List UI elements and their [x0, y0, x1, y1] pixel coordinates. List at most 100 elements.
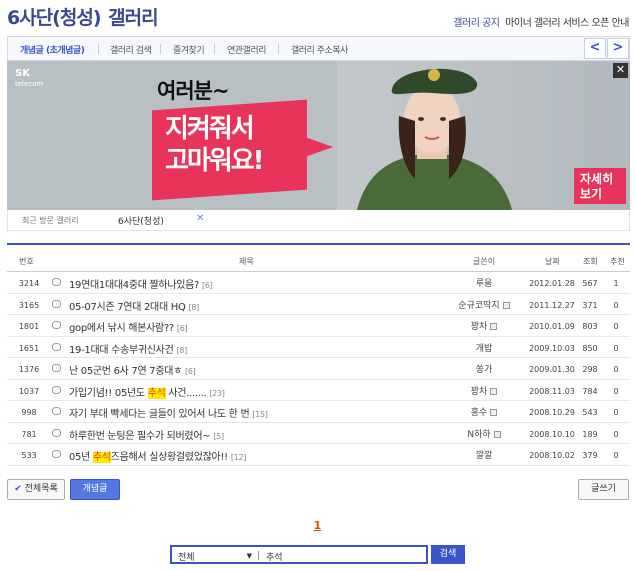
table-row[interactable]: 1376 난 05군번 6사 7연 7중대ㅎ [6] 쏭가 2009.01.30 298 0: [7, 358, 630, 380]
tab-gallery-search[interactable]: 갤러리 검색: [110, 43, 152, 56]
post-views: 371: [582, 300, 598, 310]
table-row[interactable]: 533 05년 추석즈음해서 실상황걸렸었잖아!! [12] 깔깔 2008.10.02…: [7, 444, 630, 466]
remove-recent-icon[interactable]: ✕: [196, 213, 204, 224]
comment-count[interactable]: [6]: [177, 324, 188, 333]
tab-favorites[interactable]: 즐겨찾기: [173, 43, 205, 56]
post-subject[interactable]: 난 05군번 6사 7연 7중대ㅎ [6]: [69, 362, 196, 377]
post-author[interactable]: 순규코딱지: [439, 298, 529, 311]
post-subject[interactable]: 19-1대대 수송부귀신사건 [8]: [69, 341, 187, 356]
gallery-notice[interactable]: 갤러리 공지 마이너 갤러리 서비스 오픈 안내: [453, 14, 629, 29]
post-date: 2008.10.10: [529, 429, 575, 439]
member-icon: [493, 430, 501, 438]
subject-text: 05-07시즌 7연대 2대대 HQ: [69, 301, 186, 313]
all-list-button[interactable]: ✔ 전체목록: [7, 479, 65, 500]
subject-text: gop에서 낚시 해본사람??: [69, 323, 174, 334]
post-views: 567: [582, 279, 598, 288]
post-views: 189: [582, 429, 598, 439]
col-author: 글쓴이: [473, 257, 496, 266]
post-subject[interactable]: 05년 추석즈음해서 실상황걸렸었잖아!! [12]: [69, 448, 246, 463]
subject-text: 19연대1대대4중대 짤하나있음?: [69, 280, 200, 291]
comment-count[interactable]: [15]: [252, 410, 268, 419]
author-name: 꽝차: [470, 322, 488, 332]
comment-count[interactable]: [5]: [213, 432, 224, 441]
post-views: 784: [582, 386, 598, 396]
member-icon: [490, 409, 498, 416]
table-row[interactable]: 1037 가입기념!! 05년도 추석 사건....... [23] 꽝차 2008.1…: [7, 380, 630, 401]
notice-text[interactable]: 마이너 갤러리 서비스 오픈 안내: [505, 18, 629, 29]
col-number: 번호: [19, 257, 34, 266]
search-scope-select[interactable]: 전체 ▼: [170, 545, 258, 564]
subject-text: 가입기념!! 05년도: [69, 387, 148, 399]
comment-count[interactable]: [8]: [189, 303, 200, 312]
author-name: 쏭가: [475, 365, 493, 375]
post-author[interactable]: 꽝차: [439, 384, 529, 397]
search-input[interactable]: 추석: [258, 545, 428, 564]
post-number: 3214: [18, 279, 40, 288]
comment-count[interactable]: [6]: [202, 281, 213, 290]
search-highlight: 추석: [147, 387, 166, 399]
table-row[interactable]: 1651 19-1대대 수송부귀신사건 [8] 개밥 2009.10.03 850 0: [7, 337, 630, 358]
comment-bubble-icon: [52, 299, 61, 308]
post-subject[interactable]: 05-07시즌 7연대 2대대 HQ [8]: [69, 298, 199, 313]
post-recommend: 0: [613, 300, 619, 310]
list-body: 3214 19연대1대대4중대 짤하나있음? [6] 루을 2012.01.28 567 1…: [7, 272, 630, 466]
post-author[interactable]: 꽝차: [439, 319, 529, 332]
comment-count[interactable]: [23]: [209, 389, 225, 398]
gallery-page: 6사단(청성) 갤러리 갤러리 공지 마이너 갤러리 서비스 오픈 안내 개념글…: [0, 0, 635, 571]
table-row[interactable]: 998 자기 부대 빡세다는 글들이 있어서 나도 한 번 [15] 홍수 2008.1…: [7, 401, 630, 423]
post-subject[interactable]: 가입기념!! 05년도 추석 사건....... [23]: [69, 384, 225, 399]
table-row[interactable]: 3214 19연대1대대4중대 짤하나있음? [6] 루을 2012.01.28 567 1: [7, 272, 630, 294]
ad-more-button[interactable]: 자세히 보기: [574, 168, 626, 204]
tab-divider: [98, 44, 99, 54]
ad-bubble-line: 고마워요!: [165, 146, 265, 176]
post-subject[interactable]: gop에서 낚시 해본사람?? [6]: [69, 319, 188, 334]
comment-count[interactable]: [8]: [176, 346, 187, 355]
write-button[interactable]: 글쓰기: [578, 479, 629, 500]
next-arrow-button[interactable]: >: [607, 38, 629, 59]
post-recommend: 1: [613, 279, 619, 288]
post-subject[interactable]: 자기 부대 빡세다는 글들이 있어서 나도 한 번 [15]: [69, 405, 268, 420]
search-button[interactable]: 검색: [431, 545, 465, 564]
page-title[interactable]: 6사단(청성) 갤러리: [7, 3, 159, 30]
tab-related-galleries[interactable]: 연관갤러리: [227, 43, 266, 56]
post-author[interactable]: N하하: [439, 427, 529, 440]
post-views: 298: [582, 365, 598, 374]
subject-text: 난 05군번 6사 7연 7중대ㅎ: [69, 366, 183, 377]
post-date: 2011.12.27: [529, 300, 575, 310]
table-row[interactable]: 1801 gop에서 낚시 해본사람?? [6] 꽝차 2010.01.09 803 0: [7, 315, 630, 337]
col-views: 조회: [583, 257, 598, 266]
post-subject[interactable]: 19연대1대대4중대 짤하나있음? [6]: [69, 276, 213, 291]
post-author[interactable]: 홍수: [439, 405, 529, 418]
post-author[interactable]: 깔깔: [439, 448, 529, 461]
post-author[interactable]: 루을: [439, 276, 529, 289]
comment-count[interactable]: [6]: [185, 367, 196, 376]
post-subject[interactable]: 하루한번 눈팅은 필수가 되버렸어~ [5]: [69, 427, 224, 442]
post-number: 998: [21, 408, 37, 417]
page-link-current[interactable]: 1: [314, 519, 322, 532]
post-number: 1651: [18, 343, 40, 353]
ad-close-button[interactable]: ✕: [613, 63, 628, 78]
post-author[interactable]: 쏭가: [439, 362, 529, 375]
prev-arrow-button[interactable]: <: [584, 38, 606, 59]
post-number: 781: [21, 429, 37, 439]
concept-posts-button[interactable]: 개념글: [70, 479, 120, 500]
tab-copy-address[interactable]: 갤러리 주소복사: [291, 43, 348, 56]
tab-divider: [214, 44, 215, 54]
post-date: 2008.10.02: [529, 451, 575, 460]
ad-headline: 여러분~: [157, 79, 230, 103]
table-row[interactable]: 3165 05-07시즌 7연대 2대대 HQ [8] 순규코딱지 2011.12.27…: [7, 294, 630, 315]
recent-gallery-link[interactable]: 6사단(청성): [118, 214, 164, 227]
subject-text: 05년: [69, 452, 93, 463]
col-recommend: 추천: [610, 257, 625, 266]
member-icon: [502, 301, 510, 309]
post-recommend: 0: [613, 408, 619, 417]
tab-concept-posts[interactable]: 개념글 (초개념글): [20, 43, 85, 56]
ad-banner[interactable]: SK telecom 여러분~ 지켜줘서 고마워요! ✕ 자세히 보기: [7, 61, 630, 210]
member-icon: [490, 387, 498, 395]
post-author[interactable]: 개밥: [439, 341, 529, 354]
search-query: 추석: [266, 553, 283, 563]
table-row[interactable]: 781 하루한번 눈팅은 필수가 되버렸어~ [5] N하하 2008.10.10 189…: [7, 423, 630, 444]
notice-label: 갤러리 공지: [453, 18, 500, 29]
gallery-name[interactable]: 6사단(청성): [7, 7, 102, 29]
comment-count[interactable]: [12]: [231, 453, 247, 462]
